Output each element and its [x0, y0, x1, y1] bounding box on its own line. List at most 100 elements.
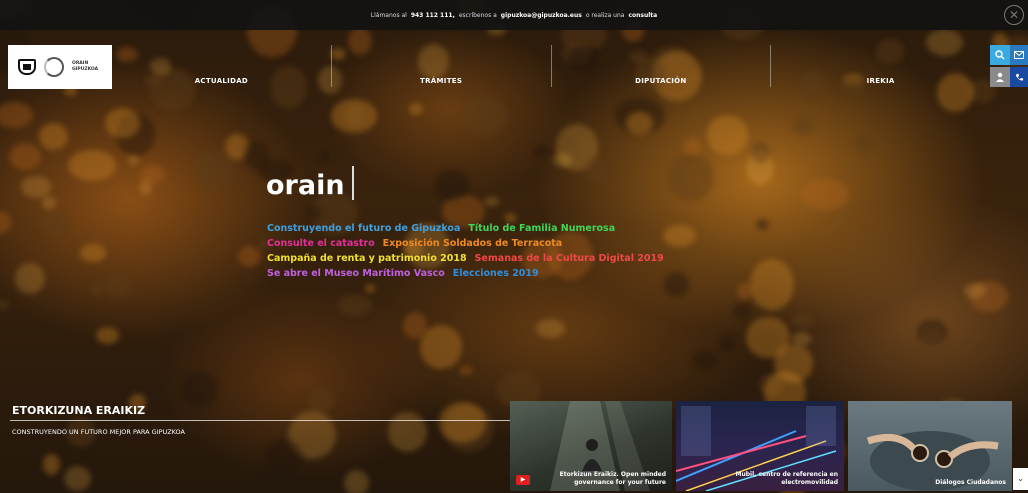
foliage-speckle — [667, 153, 714, 201]
link-construyendo-futuro[interactable]: Construyendo el futuro de Gipuzkoa — [267, 221, 460, 236]
search-icon[interactable] — [990, 45, 1010, 65]
foliage-speckle — [8, 143, 41, 170]
logo-line2: GIPUZKOA — [72, 67, 99, 72]
foliage-speckle — [692, 350, 718, 371]
foliage-speckle — [420, 324, 462, 369]
foliage-speckle — [732, 302, 753, 319]
nav-item-tramites[interactable]: TRÁMITES — [332, 45, 552, 87]
contact-phone[interactable]: 943 112 111, — [411, 12, 455, 19]
youtube-icon[interactable]: ▶ — [516, 475, 530, 485]
foliage-speckle — [964, 282, 987, 298]
card-etorkizun[interactable]: ▶ Etorkizun Eraikiz. Open minded governa… — [510, 401, 672, 491]
foliage-speckle — [194, 150, 235, 192]
foliage-speckle — [181, 370, 218, 408]
link-familia-numerosa[interactable]: Título de Familia Numerosa — [468, 221, 615, 236]
foliage-speckle — [42, 196, 56, 211]
link-cultura-digital[interactable]: Semanas de la Cultura Digital 2019 — [475, 251, 664, 266]
section-subtitle: CONSTRUYENDO UN FUTURO MEJOR PARA GIPUZK… — [12, 428, 185, 436]
foliage-speckle — [337, 294, 372, 316]
link-exposicion-terracota[interactable]: Exposición Soldados de Terracota — [383, 236, 563, 251]
card-mubil[interactable]: Mubil, centro de referencia en electromo… — [676, 401, 844, 491]
foliage-speckle — [918, 327, 945, 357]
foliage-speckle — [434, 168, 469, 201]
foliage-speckle — [319, 150, 330, 162]
contact-consulta-link[interactable]: consulta — [628, 12, 657, 19]
foliage-speckle — [484, 197, 499, 206]
foliage-speckle — [533, 146, 552, 158]
foliage-speckle — [706, 115, 749, 156]
foliage-speckle — [718, 335, 735, 352]
swirl-logo-icon — [44, 57, 64, 77]
foliage-speckle — [854, 135, 872, 154]
links-row: Construyendo el futuro de Gipuzkoa Títul… — [267, 221, 664, 236]
text-cursor — [352, 166, 354, 200]
contact-email[interactable]: gipuzkoa@gipuzkoa.eus — [501, 12, 582, 19]
foliage-speckle — [344, 469, 369, 493]
foliage-speckle — [792, 313, 814, 328]
foliage-speckle — [536, 319, 565, 339]
foliage-speckle — [388, 411, 428, 452]
user-icon[interactable] — [990, 67, 1010, 87]
foliage-speckle — [584, 155, 608, 183]
foliage-speckle — [662, 225, 697, 248]
link-museo-maritimo[interactable]: Se abre el Museo Marítimo Vasco — [267, 266, 445, 281]
card-caption: Mubil, centro de referencia en electromo… — [735, 471, 838, 486]
foliage-speckle — [793, 115, 814, 136]
links-row: Campaña de renta y patrimonio 2018 Seman… — [267, 251, 664, 266]
card-dialogos[interactable]: Diálogos Ciudadanos — [848, 401, 1012, 491]
foliage-speckle — [684, 137, 702, 156]
nav-item-irekia[interactable]: IREKIA — [771, 45, 990, 87]
mail-icon[interactable] — [1010, 45, 1028, 65]
foliage-speckle — [0, 211, 11, 234]
foliage-speckle — [0, 299, 10, 311]
nav-item-diputacion[interactable]: DIPUTACIÓN — [552, 45, 772, 87]
site-logo[interactable]: ORAIN GIPUZKOA — [8, 45, 112, 89]
foliage-speckle — [42, 454, 60, 475]
phone-icon[interactable] — [1010, 67, 1028, 87]
links-row: Se abre el Museo Marítimo Vasco Eleccion… — [267, 266, 664, 281]
foliage-speckle — [756, 218, 769, 231]
foliage-speckle — [664, 271, 689, 298]
foliage-speckle — [364, 283, 375, 293]
foliage-speckle — [0, 101, 33, 128]
foliage-speckle — [105, 107, 140, 139]
section-divider — [10, 420, 510, 421]
foliage-speckle — [20, 176, 52, 199]
foliage-speckle — [750, 259, 795, 310]
section-title[interactable]: ETORKIZUNA ERAIKIZ — [12, 404, 145, 417]
foliage-speckle — [459, 366, 474, 376]
contact-middle: escríbenos a — [458, 11, 497, 19]
link-campana-renta[interactable]: Campaña de renta y patrimonio 2018 — [267, 251, 467, 266]
chevron-down-icon[interactable]: ⌄ — [1013, 468, 1028, 490]
foliage-speckle — [15, 263, 46, 294]
foliage-speckle — [38, 122, 69, 150]
link-elecciones[interactable]: Elecciones 2019 — [453, 266, 539, 281]
nav-item-actualidad[interactable]: ACTUALIDAD — [112, 45, 332, 87]
foliage-speckle — [307, 206, 321, 220]
foliage-speckle — [80, 243, 106, 263]
hero-brand: orain — [266, 170, 345, 201]
foliage-speckle — [140, 165, 166, 184]
links-row: Consulte el catastro Exposición Soldados… — [267, 236, 664, 251]
featured-links: Construyendo el futuro de Gipuzkoa Títul… — [267, 221, 664, 281]
foliage-speckle — [38, 212, 70, 235]
foliage-speckle — [439, 402, 486, 444]
foliage-speckle — [774, 343, 813, 383]
link-catastro[interactable]: Consulte el catastro — [267, 236, 375, 251]
contact-or: o realiza una — [585, 11, 625, 19]
foliage-speckle — [461, 93, 507, 138]
foliage-speckle — [95, 327, 120, 344]
foliage-speckle — [331, 99, 377, 134]
contact-prefix: Llámanos al — [370, 11, 407, 19]
foliage-speckle — [238, 246, 261, 268]
close-icon[interactable]: ✕ — [1004, 5, 1024, 25]
crest-icon — [18, 59, 36, 75]
foliage-speckle — [63, 465, 92, 492]
contact-bar: Llámanos al 943 112 111, escríbenos a gi… — [0, 0, 1028, 30]
foliage-speckle — [801, 179, 849, 211]
foliage-speckle — [104, 272, 132, 299]
foliage-speckle — [409, 102, 424, 115]
main-nav: ACTUALIDAD TRÁMITES DIPUTACIÓN IREKIA — [112, 45, 990, 89]
card-caption: Diálogos Ciudadanos — [935, 479, 1006, 486]
card-caption: Etorkizun Eraikiz. Open minded governanc… — [559, 471, 666, 486]
